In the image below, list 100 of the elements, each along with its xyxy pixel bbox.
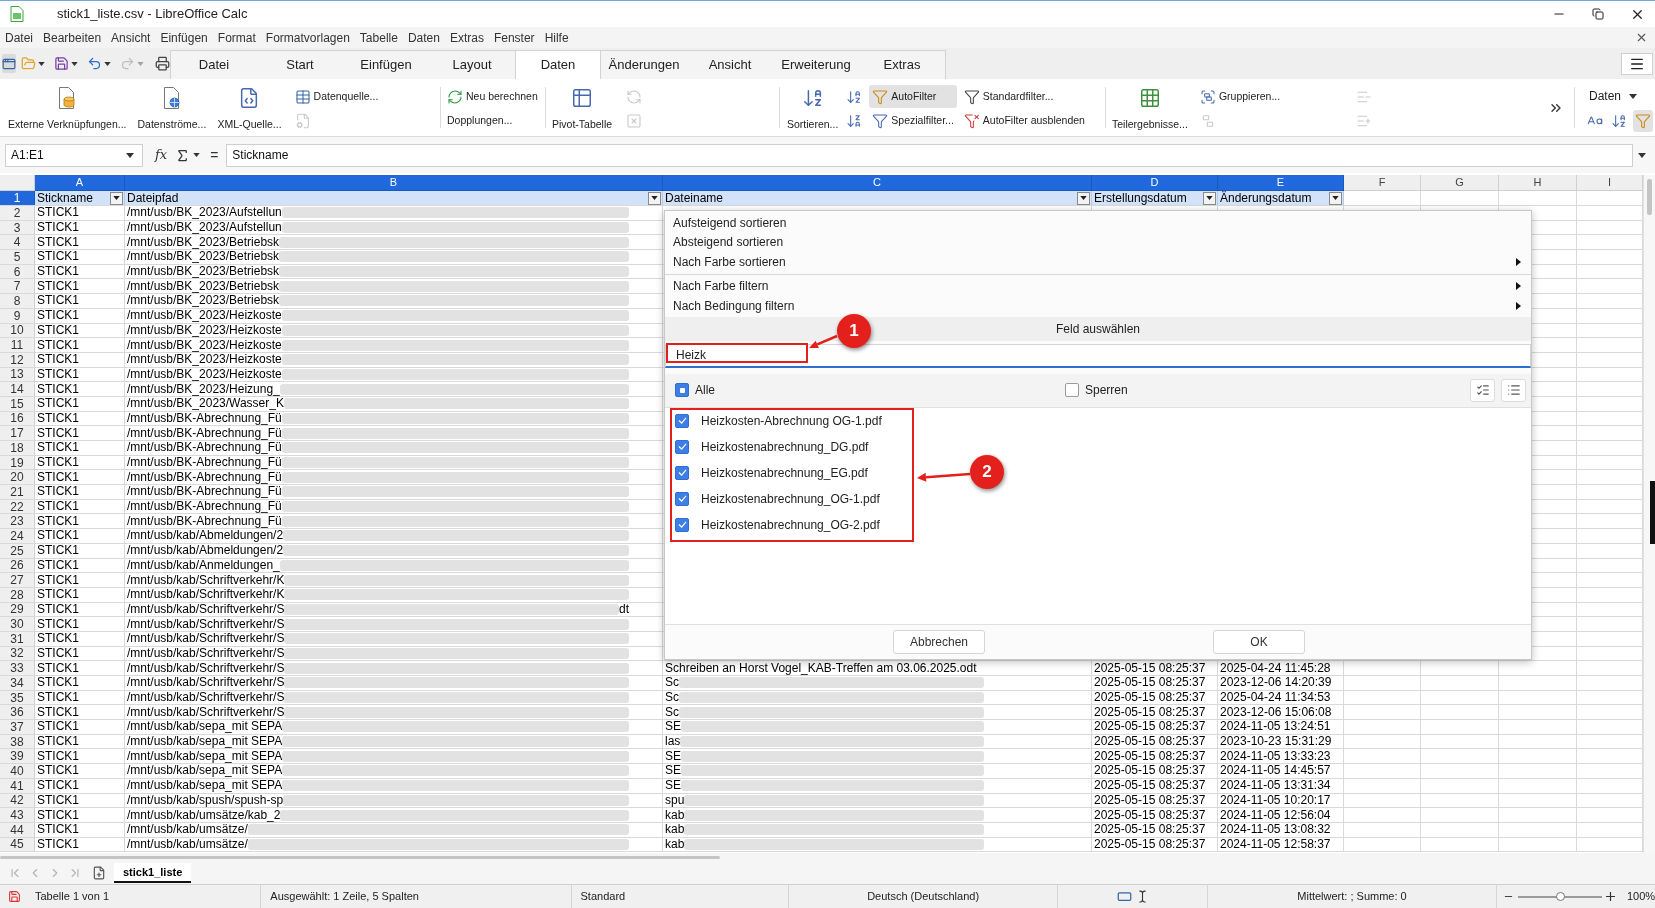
ribbon-button[interactable]: Standardfilter... bbox=[960, 85, 1088, 108]
row-header[interactable]: 11 bbox=[0, 338, 35, 352]
row-header[interactable]: 2 bbox=[0, 206, 35, 220]
header-cell[interactable]: Erstellungsdatum bbox=[1092, 191, 1218, 205]
menu-item[interactable]: Tabelle bbox=[359, 28, 398, 47]
row-header[interactable]: 34 bbox=[0, 676, 35, 690]
menu-button[interactable] bbox=[1621, 53, 1653, 75]
ribbon-button[interactable]: Spezialfilter... bbox=[869, 109, 957, 132]
ribbon-button[interactable]: AutoFilter bbox=[869, 85, 957, 108]
checkbox[interactable] bbox=[675, 465, 689, 480]
sidebar-handle[interactable] bbox=[1650, 481, 1655, 544]
checkbox[interactable] bbox=[675, 413, 689, 428]
ribbon-button[interactable]: XML-Quelle... bbox=[216, 79, 283, 133]
ribbon-button[interactable]: Dopplungen... bbox=[444, 109, 541, 132]
toolbar-button[interactable] bbox=[155, 56, 170, 71]
filter-dropdown-button[interactable] bbox=[648, 191, 661, 205]
checkbox[interactable] bbox=[675, 383, 689, 397]
deck-dropdown[interactable]: Daten bbox=[1589, 87, 1653, 105]
column-header[interactable]: B bbox=[125, 175, 663, 191]
column-header[interactable]: H bbox=[1499, 175, 1577, 191]
menu-item[interactable]: Formatvorlagen bbox=[265, 28, 350, 47]
row-header[interactable]: 37 bbox=[0, 720, 35, 734]
ribbon-tab[interactable]: Start bbox=[257, 51, 343, 79]
dialog-button[interactable]: OK bbox=[1213, 629, 1305, 654]
menu-item[interactable]: Absteigend sortieren bbox=[665, 232, 1531, 252]
menu-item[interactable]: Nach Farbe sortieren bbox=[665, 252, 1531, 272]
row-header[interactable]: 36 bbox=[0, 705, 35, 720]
menu-item[interactable]: Nach Farbe filtern bbox=[665, 276, 1531, 296]
ribbon-button[interactable]: Teilergebnisse... bbox=[1111, 79, 1189, 133]
function-wizard-button[interactable]: fx bbox=[155, 145, 168, 165]
dialog-button[interactable]: Abbrechen bbox=[893, 629, 985, 654]
zoom-in-button[interactable] bbox=[1605, 892, 1615, 901]
menu-item[interactable]: Bearbeiten bbox=[43, 28, 102, 47]
menu-item[interactable]: Fenster bbox=[493, 28, 535, 47]
filter-dropdown-button[interactable] bbox=[1077, 191, 1090, 205]
name-box[interactable]: A1:E1 bbox=[5, 143, 143, 167]
menu-item[interactable]: Daten bbox=[407, 28, 440, 47]
select-all-button[interactable] bbox=[1470, 378, 1495, 402]
ribbon-button[interactable]: Pivot-Tabelle bbox=[551, 79, 614, 133]
ribbon-button[interactable]: Sortieren... bbox=[786, 79, 840, 133]
row-header[interactable]: 8 bbox=[0, 294, 35, 308]
row-header[interactable]: 14 bbox=[0, 382, 35, 396]
slider-thumb[interactable] bbox=[1556, 891, 1565, 901]
ribbon-tab[interactable]: Layout bbox=[429, 51, 515, 79]
column-header[interactable]: D bbox=[1092, 175, 1218, 191]
ribbon-tab[interactable]: Daten bbox=[515, 51, 601, 79]
row-header[interactable]: 23 bbox=[0, 514, 35, 529]
search-field[interactable]: Heizk bbox=[665, 343, 1531, 368]
ribbon-button[interactable]: Externe Verknüpfungen... bbox=[7, 79, 128, 133]
row-header[interactable]: 30 bbox=[0, 617, 35, 631]
filter-dropdown-button[interactable] bbox=[110, 191, 123, 205]
add-sheet-button[interactable] bbox=[92, 866, 106, 880]
column-header[interactable]: E bbox=[1218, 175, 1344, 191]
row-header[interactable]: 1 bbox=[0, 191, 35, 205]
zoom-slider[interactable] bbox=[1518, 895, 1602, 898]
row-header[interactable]: 20 bbox=[0, 470, 35, 485]
row-header[interactable]: 43 bbox=[0, 808, 35, 822]
header-cell[interactable]: Stickname bbox=[35, 191, 125, 205]
ribbon-tab[interactable]: Einfügen bbox=[343, 51, 429, 79]
header-cell[interactable]: Dateiname bbox=[663, 191, 1092, 205]
toolbar-button[interactable] bbox=[54, 56, 78, 71]
row-header[interactable]: 27 bbox=[0, 573, 35, 587]
ribbon-button[interactable]: AutoFilter ausblenden bbox=[960, 109, 1088, 132]
filter-dropdown-button[interactable] bbox=[1203, 191, 1216, 205]
row-header[interactable]: 17 bbox=[0, 426, 35, 440]
menu-item[interactable]: Hilfe bbox=[544, 28, 569, 47]
column-header[interactable]: I bbox=[1577, 175, 1643, 191]
formula-input[interactable]: Stickname bbox=[226, 143, 1633, 167]
ribbon-tab[interactable]: Extras bbox=[859, 51, 945, 79]
header-cell[interactable]: Dateipfad bbox=[125, 191, 663, 205]
ribbon-tab[interactable]: Datei bbox=[171, 51, 257, 79]
scrollbar-thumb[interactable] bbox=[1647, 179, 1652, 215]
menu-item[interactable]: Nach Bedingung filtern bbox=[665, 296, 1531, 316]
column-header[interactable]: C bbox=[663, 175, 1092, 191]
ribbon-button[interactable]: Neu berechnen bbox=[444, 85, 541, 108]
ribbon-tab[interactable]: Änderungen bbox=[601, 51, 687, 79]
row-header[interactable]: 4 bbox=[0, 235, 35, 250]
ribbon-tab[interactable]: Ansicht bbox=[687, 51, 773, 79]
ribbon-tab[interactable]: Erweiterung bbox=[773, 51, 859, 79]
select-current-button[interactable] bbox=[1501, 378, 1526, 402]
row-header[interactable]: 18 bbox=[0, 441, 35, 455]
row-header[interactable]: 24 bbox=[0, 529, 35, 543]
checkbox[interactable] bbox=[675, 439, 689, 454]
checkbox[interactable] bbox=[1065, 383, 1079, 397]
column-header[interactable]: A bbox=[35, 175, 125, 191]
menu-item[interactable]: Datei bbox=[5, 28, 33, 47]
sheet-tab[interactable]: stick1_liste bbox=[114, 863, 192, 883]
row-header[interactable]: 21 bbox=[0, 485, 35, 499]
toolbar-button[interactable] bbox=[87, 56, 111, 71]
header-cell[interactable]: Änderungsdatum bbox=[1218, 191, 1344, 205]
checkbox[interactable] bbox=[675, 491, 689, 506]
ribbon-button[interactable]: Datenquelle... bbox=[291, 85, 382, 108]
row-header[interactable]: 5 bbox=[0, 250, 35, 264]
column-header[interactable]: G bbox=[1421, 175, 1499, 191]
filter-dropdown-button[interactable] bbox=[1329, 191, 1342, 205]
row-header[interactable]: 7 bbox=[0, 279, 35, 294]
column-header[interactable]: F bbox=[1344, 175, 1421, 191]
row-header[interactable]: 40 bbox=[0, 764, 35, 778]
menu-item[interactable]: Ansicht bbox=[111, 28, 151, 47]
sum-button[interactable] bbox=[175, 147, 201, 163]
